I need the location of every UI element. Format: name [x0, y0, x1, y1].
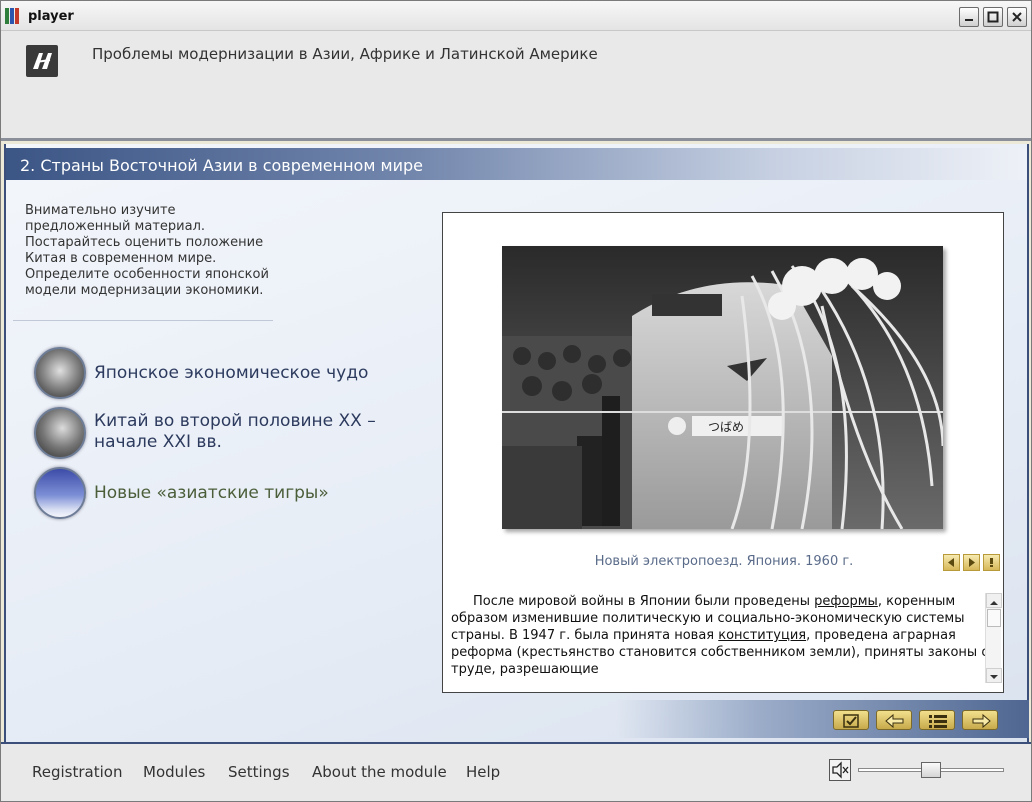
text-scrollbar[interactable] — [985, 593, 1002, 683]
topic-asian-tigers[interactable]: Новые «азиатские тигры» — [34, 467, 414, 519]
chevron-down-icon — [990, 675, 998, 679]
train-photo-image: つばめ — [502, 246, 943, 529]
minimize-button[interactable] — [959, 7, 979, 27]
brand-logo-icon — [26, 45, 58, 77]
media-panel: つばめ Новый электропоезд. Япония. 1960 г. … — [442, 212, 1004, 693]
prev-image-button[interactable] — [943, 554, 960, 571]
maximize-button[interactable] — [983, 7, 1003, 27]
maximize-icon — [987, 11, 999, 23]
topic-thumbnail-tower — [34, 467, 86, 519]
app-logo-icon — [5, 8, 23, 24]
topic-thumbnail-train — [34, 347, 86, 399]
close-icon — [1012, 12, 1022, 22]
info-button[interactable] — [983, 554, 1000, 571]
contents-button[interactable] — [919, 710, 955, 730]
scroll-down-button[interactable] — [986, 668, 1002, 683]
main-content: 2. Страны Восточной Азии в современном м… — [4, 144, 1029, 742]
list-icon — [929, 715, 947, 728]
checkmark-icon — [843, 714, 859, 728]
topic-china[interactable]: Китай во второй половине XX – начале XXI… — [34, 407, 414, 459]
link-reforms[interactable]: реформы — [814, 594, 878, 609]
divider — [13, 320, 273, 321]
next-image-button[interactable] — [963, 554, 980, 571]
arrow-left-icon — [885, 713, 904, 729]
train-sign-text: つばめ — [708, 420, 744, 434]
topic-thumbnail-portrait — [34, 407, 86, 459]
module-header: Проблемы модернизации в Азии, Африке и Л… — [1, 31, 1031, 141]
right-arrow-icon — [969, 558, 975, 567]
link-constitution[interactable]: конституция — [718, 628, 806, 643]
mute-button[interactable] — [829, 759, 851, 781]
exclamation-icon — [990, 558, 993, 567]
volume-slider-handle[interactable] — [921, 762, 941, 778]
instructions-text: Внимательно изучите предложенный материа… — [25, 203, 269, 298]
title-bar[interactable]: player — [1, 1, 1031, 31]
scroll-thumb[interactable] — [987, 609, 1001, 627]
forward-button[interactable] — [962, 710, 998, 730]
chevron-up-icon — [990, 601, 998, 605]
back-button[interactable] — [876, 710, 912, 730]
article-text-part: После мировой войны в Японии были провед… — [473, 594, 815, 609]
topic-label: Новые «азиатские тигры» — [94, 483, 329, 503]
topic-label: Японское экономическое чудо — [94, 363, 369, 383]
train-photo: つばめ — [502, 246, 943, 529]
photo-caption: Новый электропоезд. Япония. 1960 г. — [594, 554, 854, 569]
speaker-icon — [832, 761, 849, 779]
section-title: 2. Страны Восточной Азии в современном м… — [20, 156, 423, 175]
section-bar: 2. Страны Восточной Азии в современном м… — [6, 148, 1027, 180]
scroll-up-button[interactable] — [986, 593, 1002, 608]
article-text: После мировой войны в Японии были провед… — [451, 593, 991, 685]
menu-about-module[interactable]: About the module — [312, 763, 447, 781]
course-title: Проблемы модернизации в Азии, Африке и Л… — [92, 45, 598, 63]
menu-settings[interactable]: Settings — [228, 763, 290, 781]
menu-registration[interactable]: Registration — [32, 763, 122, 781]
window-title: player — [28, 9, 74, 24]
topic-japan[interactable]: Японское экономическое чудо — [34, 347, 414, 399]
minimize-icon — [965, 19, 973, 21]
close-button[interactable] — [1007, 7, 1027, 27]
arrow-right-icon — [972, 713, 991, 729]
menu-help[interactable]: Help — [466, 763, 500, 781]
menu-modules[interactable]: Modules — [143, 763, 205, 781]
left-arrow-icon — [948, 558, 954, 567]
player-window: player Проблемы модернизации в Азии, Афр… — [0, 0, 1032, 802]
topic-label: Китай во второй половине XX – начале XXI… — [94, 411, 376, 452]
check-button[interactable] — [833, 710, 869, 730]
